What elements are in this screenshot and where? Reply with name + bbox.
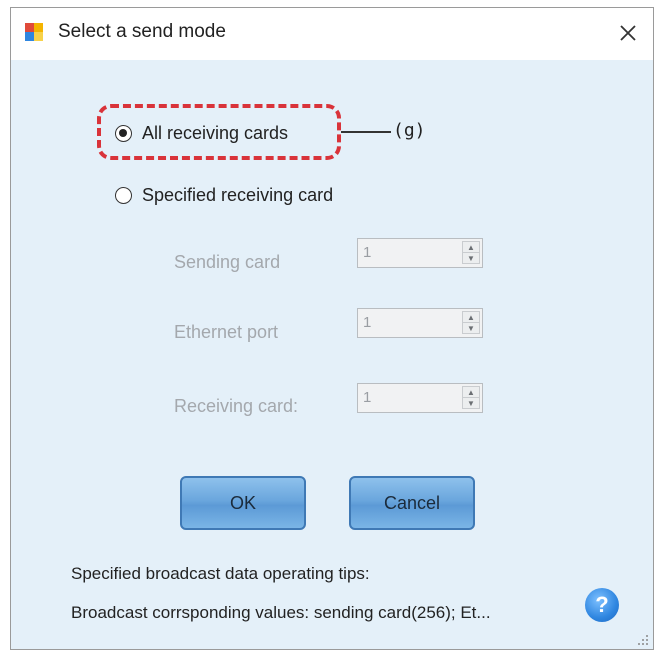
- tips-heading: Specified broadcast data operating tips:: [71, 564, 370, 583]
- receiving-card-spinner[interactable]: 1 ▲ ▼: [357, 383, 483, 413]
- spin-down-icon[interactable]: ▼: [462, 252, 480, 264]
- spinner-value: 1: [363, 314, 372, 331]
- send-mode-dialog: Select a send mode (g) All receiving car…: [10, 7, 654, 650]
- radio-all-receiving-cards[interactable]: All receiving cards: [115, 123, 288, 144]
- dialog-content: (g) All receiving cards Specified receiv…: [11, 60, 653, 650]
- radio-label: All receiving cards: [142, 123, 289, 143]
- spin-down-icon[interactable]: ▼: [462, 322, 480, 334]
- callout-label: (g): [393, 120, 426, 141]
- radio-checked-icon: [115, 125, 132, 142]
- window-title: Select a send mode: [58, 21, 226, 42]
- resize-grip-icon[interactable]: [637, 634, 649, 646]
- cancel-button[interactable]: Cancel: [349, 476, 475, 530]
- spinner-buttons: ▲ ▼: [462, 386, 480, 410]
- help-glyph: ?: [595, 592, 609, 617]
- ok-button[interactable]: OK: [180, 476, 306, 530]
- close-button[interactable]: [611, 16, 645, 50]
- radio-specified-receiving-card[interactable]: Specified receiving card: [115, 185, 333, 206]
- receiving-card-label: Receiving card:: [174, 396, 299, 416]
- spinner-value: 1: [363, 244, 372, 261]
- sending-card-spinner[interactable]: 1 ▲ ▼: [357, 238, 483, 268]
- radio-unchecked-icon: [115, 187, 132, 204]
- tips-text: Broadcast corrsponding values: sending c…: [71, 603, 491, 622]
- ethernet-port-spinner[interactable]: 1 ▲ ▼: [357, 308, 483, 338]
- spinner-buttons: ▲ ▼: [462, 241, 480, 265]
- callout-leader-line: [341, 131, 391, 133]
- spinner-value: 1: [363, 389, 372, 406]
- ethernet-port-label: Ethernet port: [174, 322, 279, 342]
- spin-down-icon[interactable]: ▼: [462, 397, 480, 409]
- close-icon: [620, 25, 636, 41]
- help-icon[interactable]: ?: [585, 588, 619, 622]
- radio-label: Specified receiving card: [142, 185, 334, 205]
- title-bar: Select a send mode: [11, 8, 653, 60]
- sending-card-label: Sending card: [174, 252, 281, 272]
- spinner-buttons: ▲ ▼: [462, 311, 480, 335]
- app-window-icon: [25, 23, 43, 41]
